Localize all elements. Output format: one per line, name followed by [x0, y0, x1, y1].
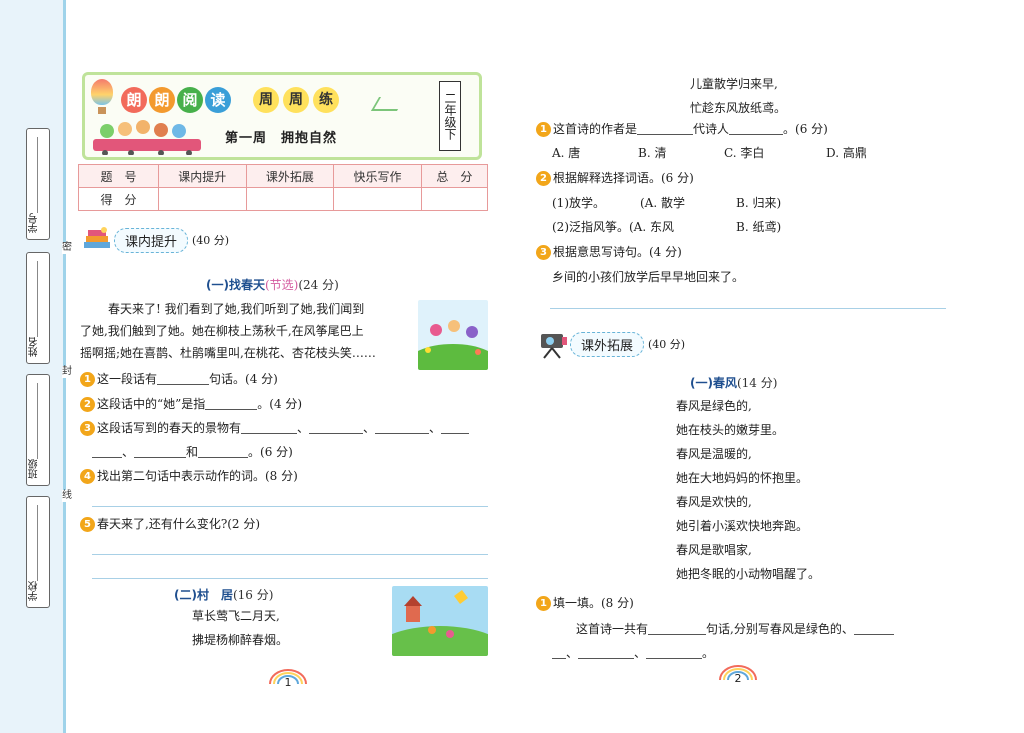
answer-blank[interactable] — [578, 647, 635, 659]
question-1-extra: 1 填一填。(8 分) — [536, 594, 634, 612]
answer-blank[interactable] — [92, 446, 122, 458]
name-label: 姓名 — [29, 337, 40, 357]
poem-line: 拂堤杨柳醉春烟。 — [192, 633, 289, 647]
school-field[interactable]: 学校 — [26, 496, 50, 608]
poem-line: 春风是欢快的, — [676, 495, 752, 509]
option-b[interactable]: B. 清 — [638, 144, 666, 162]
option-d[interactable]: D. 高鼎 — [826, 144, 867, 162]
question-3-right: 3 根据意思写诗句。(4 分) — [536, 243, 682, 261]
part1-right-title: (一)春风(14 分) — [690, 376, 778, 390]
poem-line: 春风是温暖的, — [676, 447, 752, 461]
answer-blank[interactable] — [241, 422, 298, 434]
answer-blank[interactable] — [646, 647, 703, 659]
school-label: 学校 — [29, 581, 40, 601]
student-number-label: 学号 — [29, 213, 40, 233]
answer-blank[interactable] — [309, 422, 364, 434]
poem-line: 忙趁东风放纸鸢。 — [690, 101, 787, 115]
binding-strip: 学号 姓名 班级 学校 — [0, 0, 66, 733]
score-cell[interactable] — [245, 187, 335, 211]
seal-mark-mi: 密 — [62, 242, 72, 254]
header-banner: 朗 朗 阅 读 周 周 练 第一周 拥抱自然 二年级下 — [82, 72, 482, 160]
village-kite-illustration — [392, 586, 488, 656]
passage-line: 摇啊摇;她在喜鹊、杜鹃嘴里叫,在桃花、杏花枝头笑…… — [80, 346, 376, 360]
poem-line: 春风是绿色的, — [676, 399, 752, 413]
seal-mark-feng: 封 — [62, 366, 72, 378]
books-icon — [84, 227, 110, 248]
question-1: 1 这一段话有 句话。(4 分) — [80, 370, 278, 388]
passage-line: 了她,我们触到了她。她在柳枝上荡秋千,在风筝尾巴上 — [80, 324, 364, 338]
poem-line: 她把冬眠的小动物唱醒了。 — [676, 567, 821, 581]
fill-in-sentence-cont: 、、。 — [552, 644, 714, 662]
section-badge-in-class: 课内提升 (40 分) — [82, 226, 229, 254]
option-c[interactable]: C. 李白 — [724, 144, 764, 162]
poem-line: 草长莺飞二月天, — [192, 609, 280, 623]
poem-line: 儿童散学归来早, — [690, 77, 778, 91]
answer-blank[interactable] — [198, 446, 249, 458]
paper-plane-icon — [370, 97, 406, 111]
week-title: 第一周 拥抱自然 — [225, 131, 338, 146]
question-5: 5 春天来了,还有什么变化?(2 分) — [80, 515, 260, 533]
answer-blank[interactable] — [648, 623, 707, 635]
class-label: 班级 — [29, 459, 40, 479]
section-points: (40 分) — [648, 338, 686, 351]
logo: 朗 朗 阅 读 — [121, 87, 231, 113]
answer-blank[interactable] — [729, 123, 784, 135]
poem-line: 她引着小溪欢快地奔跑。 — [676, 519, 809, 533]
poem-line: 春风是歌唱家, — [676, 543, 752, 557]
q2-item-1: (1)放学。 — [552, 196, 605, 210]
page-number-1: 1 — [266, 668, 310, 690]
q2-item-1-option-b[interactable]: B. 归来) — [736, 194, 781, 212]
section-badge-extra: 课外拓展 (40 分) — [538, 326, 685, 362]
answer-blank[interactable] — [134, 446, 187, 458]
answer-blank[interactable] — [853, 623, 894, 635]
name-field[interactable]: 姓名 — [26, 252, 50, 364]
section-points: (40 分) — [192, 234, 230, 247]
balloon-icon — [91, 79, 113, 114]
answer-blank[interactable] — [441, 422, 470, 434]
score-cell[interactable] — [420, 187, 489, 211]
score-cell[interactable] — [333, 187, 422, 211]
passage-line: 春天来了! 我们看到了她,我们听到了她,我们闻到 — [84, 302, 365, 316]
grade-label: 二年级下 — [439, 81, 461, 151]
score-table: 题 号 课内提升 课外拓展 快乐写作 总 分 得 分 — [78, 164, 489, 211]
q2-item-2: (2)泛指风筝。(A. 东风 — [552, 220, 674, 234]
fill-in-sentence: 这首诗一共有 句话,分别写春风是绿色的、 — [552, 620, 894, 638]
question-4: 4 找出第二句话中表示动作的词。(8 分) — [80, 467, 298, 485]
part2-title: (二)村 居(16 分) — [174, 588, 274, 602]
question-3-cont: 、和。(6 分) — [92, 443, 293, 461]
poem-line: 她在大地妈妈的怀抱里。 — [676, 471, 809, 485]
question-2: 2 这段话中的“她”是指 。(4 分) — [80, 395, 302, 413]
seal-mark-xian: 线 — [62, 490, 72, 502]
answer-line[interactable] — [92, 578, 488, 579]
question-1-right: 1 这首诗的作者是 代诗人 。(6 分) — [536, 120, 828, 138]
q3-meaning: 乡间的小孩们放学后早早地回来了。 — [552, 270, 745, 284]
kids-train-illustration — [93, 120, 201, 155]
answer-blank[interactable] — [375, 422, 430, 434]
answer-line[interactable] — [92, 506, 488, 507]
student-number-field[interactable]: 学号 — [26, 128, 50, 240]
section-label: 课内提升 — [114, 227, 189, 253]
camera-icon — [541, 334, 567, 359]
spring-kids-illustration — [418, 300, 488, 370]
answer-blank[interactable] — [157, 373, 210, 385]
poem-line: 她在枝头的嫩芽里。 — [676, 423, 785, 437]
score-cell[interactable] — [158, 187, 247, 211]
q2-item-1-option-a[interactable]: (A. 散学 — [640, 194, 685, 212]
option-a[interactable]: A. 唐 — [552, 144, 580, 162]
section-label: 课外拓展 — [570, 331, 645, 357]
answer-line[interactable] — [92, 554, 488, 555]
table-row: 题 号 课内提升 课外拓展 快乐写作 总 分 — [78, 164, 489, 188]
table-row: 得 分 — [78, 187, 489, 211]
answer-blank[interactable] — [637, 123, 694, 135]
class-field[interactable]: 班级 — [26, 374, 50, 486]
answer-blank[interactable] — [552, 647, 566, 659]
part1-title: (一)找春天(节选)(24 分) — [206, 278, 339, 292]
q2-item-2-option-b[interactable]: B. 纸鸢) — [736, 218, 781, 236]
answer-blank[interactable] — [205, 398, 258, 410]
weekly-practice-title: 周 周 练 — [253, 87, 339, 113]
question-2-right: 2 根据解释选择词语。(6 分) — [536, 169, 694, 187]
question-3: 3 这段话写到的春天的景物有、、、 — [80, 419, 470, 437]
answer-line[interactable] — [550, 308, 946, 309]
page-number-2: 2 — [716, 664, 760, 686]
